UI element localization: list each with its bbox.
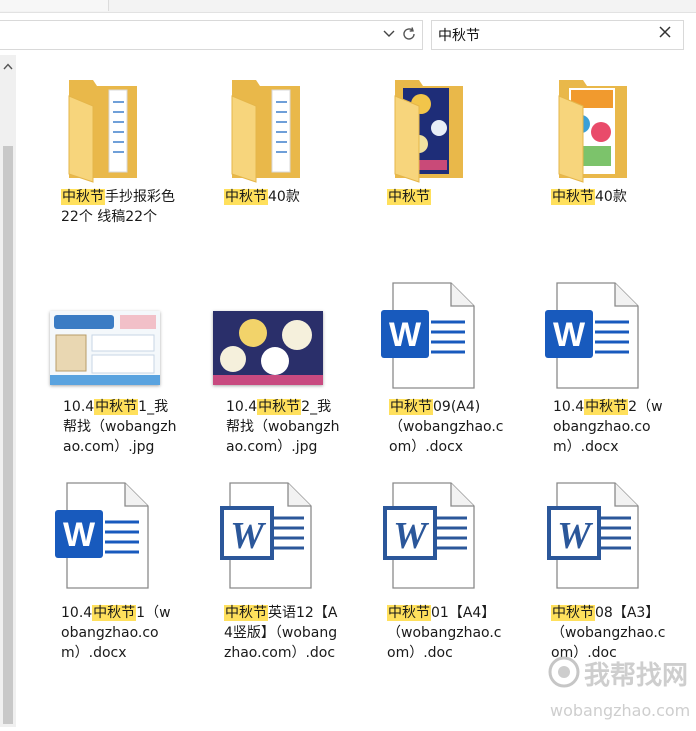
ribbon-strip [0,0,696,13]
search-match-highlight: 中秋节 [551,605,595,621]
file-name-label: 10.4中秋节2（wobangzhao.com）.docx [553,397,669,457]
search-match-highlight: 中秋节 [257,399,302,415]
file-name-prefix: 10.4 [63,399,95,415]
search-match-highlight: 中秋节 [224,605,268,621]
file-name-label: 中秋节40款 [224,187,340,207]
close-icon[interactable] [656,24,674,42]
address-bar[interactable] [0,20,423,50]
search-match-highlight: 中秋节 [389,399,433,415]
search-input[interactable]: 中秋节 [438,25,480,45]
file-name-label: 中秋节英语12【A4竖版】（wobangzhao.com）.doc [224,603,340,663]
file-name-prefix: 10.4 [226,399,258,415]
word-doc-icon[interactable]: W [545,482,641,590]
search-match-highlight: 中秋节 [551,189,595,205]
file-name-label: 中秋节 [387,187,503,207]
file-name-label: 10.4中秋节1_我帮找（wobangzhao.com）.jpg [63,397,179,457]
file-name-prefix: 10.4 [553,399,585,415]
ribbon-tab[interactable] [0,0,109,11]
search-match-highlight: 中秋节 [224,189,268,205]
folder-icon[interactable] [553,74,633,184]
file-name-suffix: 40款 [268,189,300,205]
svg-text:W: W [389,316,422,354]
svg-text:W: W [230,515,267,557]
file-name-label: 10.4中秋节1（wobangzhao.com）.docx [61,603,177,663]
search-match-highlight: 中秋节 [584,399,629,415]
watermark-text: 我帮找网 [584,661,688,691]
search-match-highlight: 中秋节 [387,189,431,205]
folder-icon[interactable] [389,74,469,184]
image-thumbnail-icon[interactable] [213,311,323,385]
file-name-prefix: 10.4 [61,605,93,621]
file-name-suffix: 40款 [595,189,627,205]
search-match-highlight: 中秋节 [61,189,105,205]
word-docx-icon[interactable]: W [545,282,641,390]
word-doc-icon[interactable]: W [381,482,477,590]
svg-text:W: W [553,316,586,354]
file-name-label: 中秋节手抄报彩色22个 线稿22个 [61,187,177,227]
image-thumbnail-icon[interactable] [50,311,160,385]
svg-text:W: W [393,515,430,557]
word-doc-icon[interactable]: W [218,482,314,590]
folder-icon[interactable] [226,74,306,184]
file-name-label: 中秋节01【A4】（wobangzhao.com）.doc [387,603,503,663]
word-docx-icon[interactable]: W [381,282,477,390]
svg-text:W: W [63,516,96,554]
file-name-label: 中秋节09(A4)（wobangzhao.com）.docx [389,397,505,457]
watermark-url: wobangzhao.com [550,701,690,720]
search-match-highlight: 中秋节 [387,605,431,621]
svg-text:W: W [557,515,594,557]
watermark-logo: 我帮找网 wobangzhao.com [546,648,696,727]
word-docx-icon[interactable]: W [55,482,151,590]
refresh-icon[interactable] [398,22,420,46]
chevron-down-icon[interactable] [380,22,398,46]
scroll-up-arrow-icon[interactable] [0,58,16,74]
search-match-highlight: 中秋节 [92,605,137,621]
file-name-label: 中秋节40款 [551,187,667,207]
search-match-highlight: 中秋节 [94,399,139,415]
file-name-label: 10.4中秋节2_我帮找（wobangzhao.com）.jpg [226,397,342,457]
scrollbar-thumb[interactable] [3,146,13,724]
folder-icon[interactable] [63,74,143,184]
